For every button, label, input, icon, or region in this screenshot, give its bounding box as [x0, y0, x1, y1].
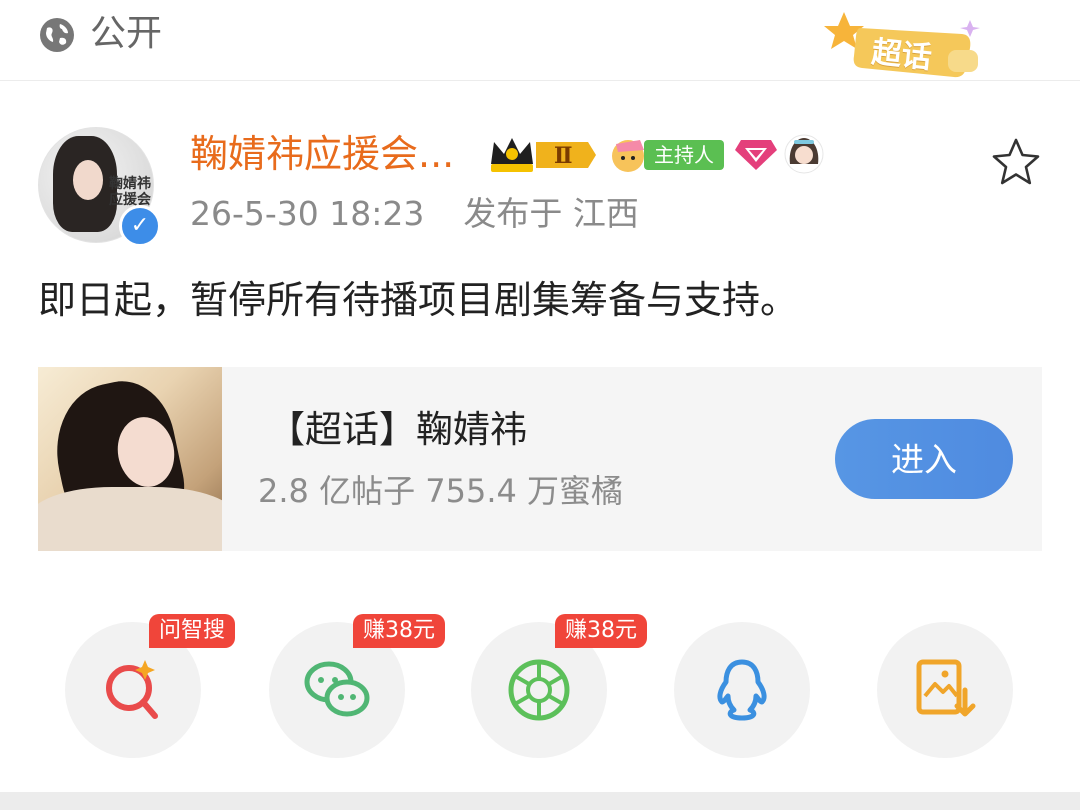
share-ai-search-tag: 问智搜	[149, 614, 236, 648]
moments-icon	[508, 659, 570, 721]
top-bar: 公开 超话	[0, 0, 1080, 81]
avatar-face	[73, 160, 103, 200]
super-topic-card[interactable]: 【超话】鞠婧祎 2.8 亿帖子 755.4 万蜜橘 进入	[38, 367, 1042, 551]
host-badge-label: 主持人	[644, 140, 724, 170]
super-topic-badge-text: 超话	[869, 34, 934, 77]
ai-search-icon	[106, 660, 158, 719]
topic-cover-image	[38, 367, 222, 551]
diamond-icon[interactable]	[735, 136, 777, 172]
host-badge[interactable]: 主持人	[608, 134, 726, 174]
globe-icon	[40, 18, 74, 52]
share-save-image-button[interactable]	[877, 622, 1013, 758]
share-ai-search-button[interactable]: 问智搜	[65, 614, 236, 758]
crown-level-badge[interactable]: Ⅱ	[488, 134, 598, 176]
bottom-divider	[0, 792, 1080, 810]
post-text: 即日起，暂停所有待播项目剧集筹备与支持。	[38, 278, 799, 322]
save-image-icon	[916, 659, 976, 717]
topic-stats: 2.8 亿帖子 755.4 万蜜橘	[258, 472, 624, 510]
verified-icon: ✓	[119, 205, 161, 247]
qq-icon	[717, 659, 767, 721]
enter-button[interactable]: 进入	[835, 419, 1013, 499]
post-timestamp: 26-5-30 18:23	[190, 194, 425, 233]
topic-title: 【超话】鞠婧祎	[268, 408, 527, 451]
share-wechat-button[interactable]: 赚38元	[269, 614, 445, 758]
share-qq-button[interactable]	[674, 622, 810, 758]
avatar-text: 鞠婧祎 应援会	[109, 176, 151, 208]
favorite-star-icon[interactable]	[990, 137, 1042, 187]
share-wechat-tag: 赚38元	[353, 614, 445, 648]
username[interactable]: 鞠婧祎应援会...	[190, 128, 454, 180]
share-moments-tag: 赚38元	[555, 614, 647, 648]
post-meta: 26-5-30 18:23 发布于 江西	[190, 192, 639, 236]
wechat-icon	[304, 661, 370, 717]
post-card: 鞠婧祎 应援会 ✓ 鞠婧祎应援会... Ⅱ 主持人 26-5-30 18:23 …	[0, 82, 1080, 792]
crown-icon: Ⅱ	[491, 138, 596, 172]
share-moments-button[interactable]: 赚38元	[471, 614, 647, 758]
super-topic-badge[interactable]: 超话	[822, 8, 992, 80]
fan-avatar-icon[interactable]	[784, 134, 824, 174]
privacy-label[interactable]: 公开	[90, 10, 162, 58]
post-location: 发布于 江西	[463, 194, 639, 233]
svg-text:Ⅱ: Ⅱ	[554, 143, 573, 169]
